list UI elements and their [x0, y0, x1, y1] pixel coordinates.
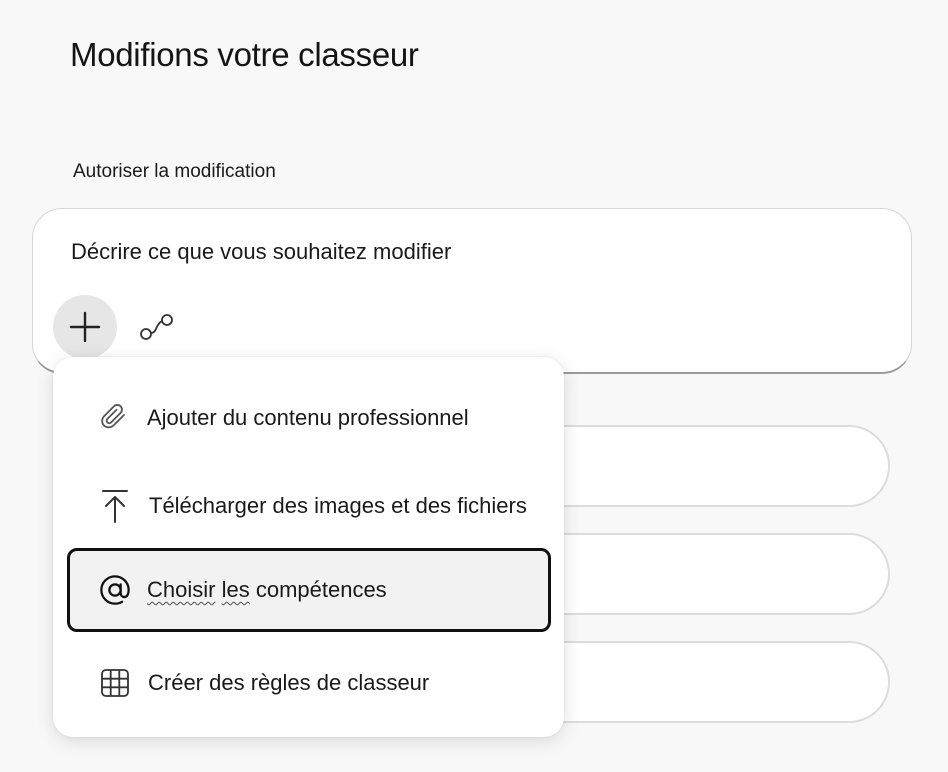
- add-button[interactable]: [53, 295, 117, 359]
- menu-item-label: Choisir les compétences: [147, 577, 387, 602]
- table-grid-icon: [99, 667, 131, 699]
- menu-item-label: Ajouter du contenu professionnel: [147, 405, 469, 430]
- background-field-3[interactable]: [520, 641, 890, 723]
- menu-item-label: Télécharger des images et des fichiers: [149, 493, 527, 518]
- prompt-placeholder[interactable]: Décrire ce que vous souhaitez modifier: [71, 239, 451, 265]
- menu-item-add-professional-content[interactable]: Ajouter du contenu professionnel: [67, 376, 551, 460]
- upload-icon: [99, 490, 131, 523]
- prompt-input-box[interactable]: Décrire ce que vous souhaitez modifier: [32, 208, 912, 374]
- background-field-1[interactable]: [520, 425, 890, 507]
- background-field-2[interactable]: [520, 533, 890, 615]
- menu-item-choose-skills[interactable]: Choisir les compétences: [67, 548, 551, 632]
- page-title: Modifions votre classeur: [70, 36, 419, 73]
- connector-button[interactable]: [137, 307, 177, 347]
- menu-item-create-workbook-rules[interactable]: Créer des règles de classeur: [67, 641, 551, 725]
- menu-item-upload-files[interactable]: Télécharger des images et des fichiers: [67, 464, 551, 548]
- menu-item-label: Créer des règles de classeur: [148, 670, 430, 695]
- at-sign-icon: [99, 574, 131, 606]
- paperclip-icon: [99, 402, 131, 434]
- spellcheck-word: les: [221, 577, 250, 602]
- spellcheck-word: Choisir: [147, 577, 216, 602]
- connector-icon: [140, 314, 173, 340]
- section-label: Autoriser la modification: [73, 161, 276, 182]
- add-menu-popup: Ajouter du contenu professionnel Télécha…: [53, 357, 564, 737]
- plus-icon: [69, 311, 101, 343]
